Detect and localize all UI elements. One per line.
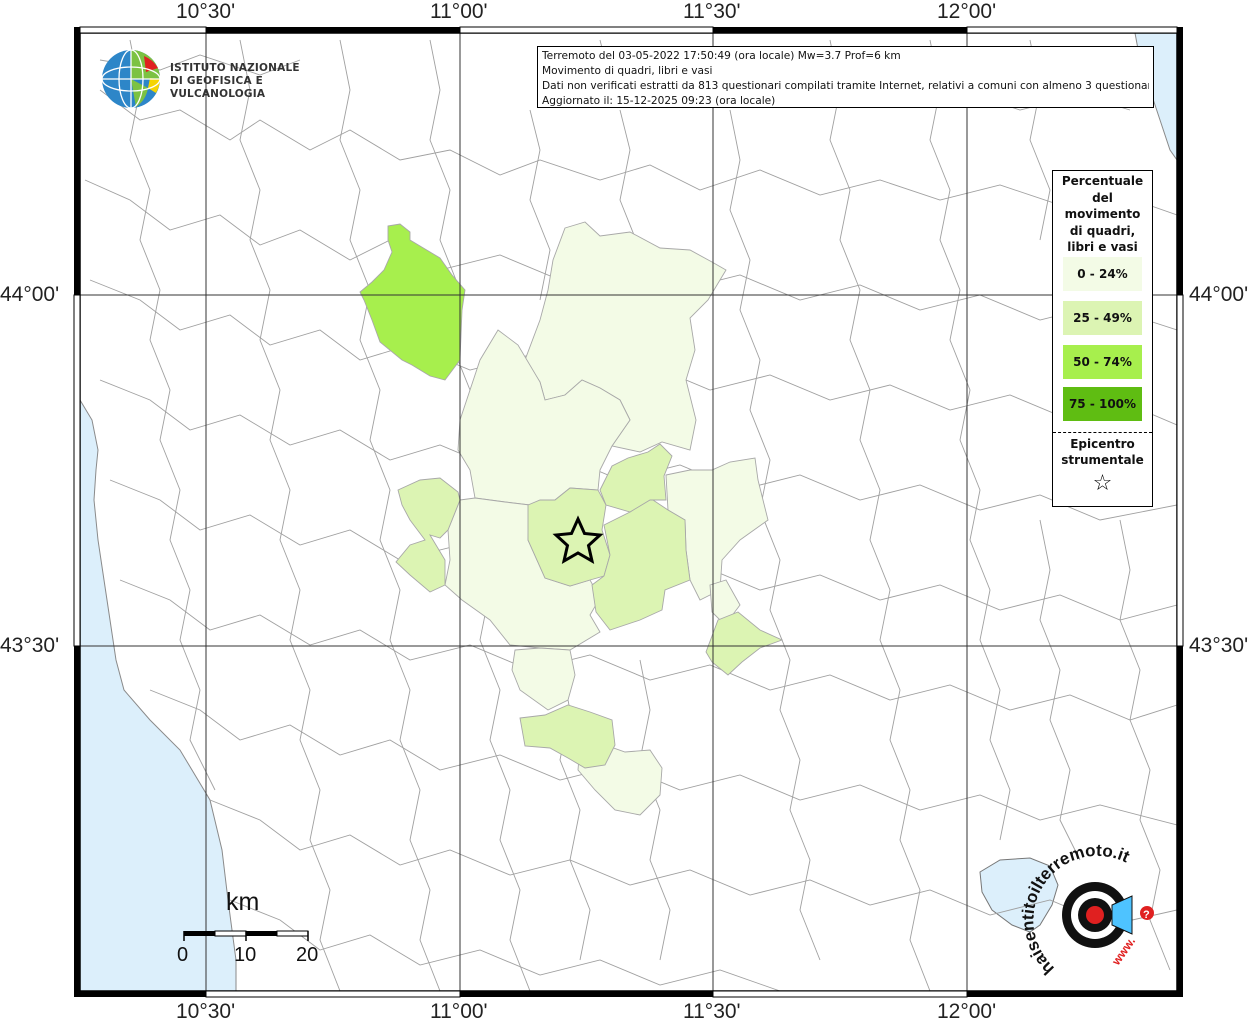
legend-title-line4: di quadri, [1069,223,1136,238]
lat-label-right-2: 43°30' [1189,634,1249,657]
legend-class-1: 0 - 24% [1063,257,1142,291]
scale-label-20: 20 [296,944,319,966]
event-info-box: Terremoto del 03-05-2022 17:50:49 (ora l… [537,46,1154,108]
ingv-logo: ISTITUTO NAZIONALE DI GEOFISICA E VULCAN… [100,48,320,110]
legend: Percentuale del movimento di quadri, lib… [1052,170,1153,507]
ingv-globe-icon [101,49,161,109]
macroseismic-map [73,26,1184,998]
lat-label-right-1: 44°00' [1189,283,1249,306]
legend-class-4: 75 - 100% [1063,387,1142,421]
lat-label-left-1: 44°00' [0,283,60,306]
question-icon [1140,906,1154,920]
legend-title-line5: libri e vasi [1067,240,1138,254]
lon-label-bottom-3: 11°30' [683,1000,741,1023]
lon-label-top-2: 11°00' [430,0,488,23]
lon-label-top-3: 11°30' [683,0,741,23]
lat-label-left-2: 43°30' [0,634,60,657]
event-info-line1: Terremoto del 03-05-2022 17:50:49 (ora l… [542,50,901,62]
legend-epicenter-line1: Epicentro [1070,437,1135,451]
ingv-logo-line1: ISTITUTO NAZIONALE [170,62,300,74]
legend-title-line2: del [1092,190,1113,205]
legend-star-icon: ☆ [1092,471,1113,496]
lon-label-bottom-2: 11°00' [430,1000,488,1023]
lon-label-bottom-1: 10°30' [176,1000,236,1023]
ingv-logo-line2: DI GEOFISICA E VULCANOLOGIA [170,75,266,100]
legend-class-3: 50 - 74% [1063,345,1142,379]
legend-epicenter-label: Epicentro strumentale [1053,436,1152,468]
legend-epicenter-line2: strumentale [1061,453,1144,467]
ingv-logo-text: ISTITUTO NAZIONALE DI GEOFISICA E VULCAN… [170,62,320,101]
event-info-line2: Movimento di quadri, libri e vasi [542,65,713,77]
legend-title-line3: movimento [1064,207,1141,221]
lon-label-top-4: 12°00' [937,0,997,23]
legend-separator [1053,432,1152,433]
scale-unit: km [226,888,260,916]
scale-label-10: 10 [234,944,257,966]
lon-label-bottom-4: 12°00' [937,1000,997,1023]
legend-title: Percentuale del movimento di quadri, lib… [1053,173,1152,256]
legend-class-2: 25 - 49% [1063,301,1142,335]
legend-title-line1: Percentuale [1061,174,1144,188]
event-info-line4: Aggiornato il: 15-12-2025 09:23 (ora loc… [542,95,776,107]
scale-label-0: 0 [177,944,189,966]
event-info-line3: Dati non verificati estratti da 813 ques… [542,80,1149,92]
lon-label-top-1: 10°30' [176,0,236,23]
